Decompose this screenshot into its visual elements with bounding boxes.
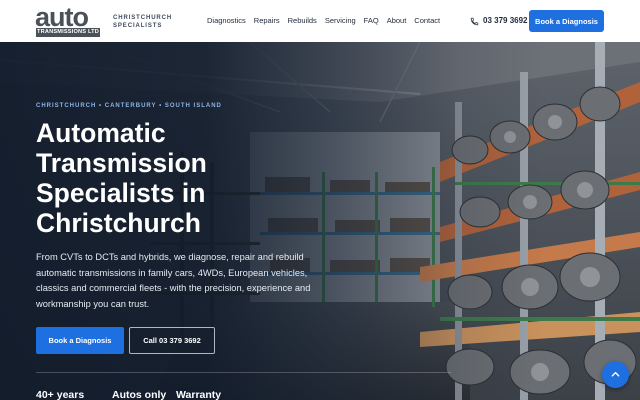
logo[interactable]: auto TRANSMISSIONS LTD (35, 2, 101, 37)
book-diagnosis-button[interactable]: Book a Diagnosis (36, 327, 124, 354)
phone-icon (470, 17, 479, 25)
main-nav: Diagnostics Repairs Rebuilds Servicing F… (207, 16, 448, 26)
stat-autos-only: Autos only (112, 389, 167, 400)
stat-years: 40+ years (36, 389, 85, 400)
nav-link-repairs[interactable]: Repairs (254, 16, 280, 26)
header-tagline: CHRISTCHURCH SPECIALISTS (113, 15, 173, 29)
hero-eyebrow: CHRISTCHURCH • CANTERBURY • SOUTH ISLAND (36, 103, 222, 109)
header-phone-link[interactable]: 03 379 3692 (470, 16, 528, 26)
nav-link-servicing[interactable]: Servicing (325, 16, 356, 26)
nav-link-rebuilds[interactable]: Rebuilds (288, 16, 317, 26)
nav-link-faq[interactable]: FAQ (364, 16, 379, 26)
nav-link-about[interactable]: About (387, 16, 407, 26)
header-book-diagnosis-button[interactable]: Book a Diagnosis (529, 10, 604, 32)
nav-link-contact[interactable]: Contact (414, 16, 440, 26)
hero-description: From CVTs to DCTs and hybrids, we diagno… (36, 252, 311, 309)
hero-title: Automatic Transmission Specialists in Ch… (36, 118, 207, 238)
header-phone-number: 03 379 3692 (483, 16, 528, 25)
site-header: auto TRANSMISSIONS LTD CHRISTCHURCH SPEC… (0, 0, 640, 42)
chevron-up-icon (611, 371, 620, 377)
logo-subtitle: TRANSMISSIONS LTD (37, 29, 100, 35)
scroll-to-top-button[interactable] (602, 361, 629, 388)
hero-divider (36, 372, 451, 373)
call-button[interactable]: Call 03 379 3692 (129, 327, 215, 354)
nav-link-diagnostics[interactable]: Diagnostics (207, 16, 246, 26)
stat-warranty: Warranty (176, 389, 222, 400)
